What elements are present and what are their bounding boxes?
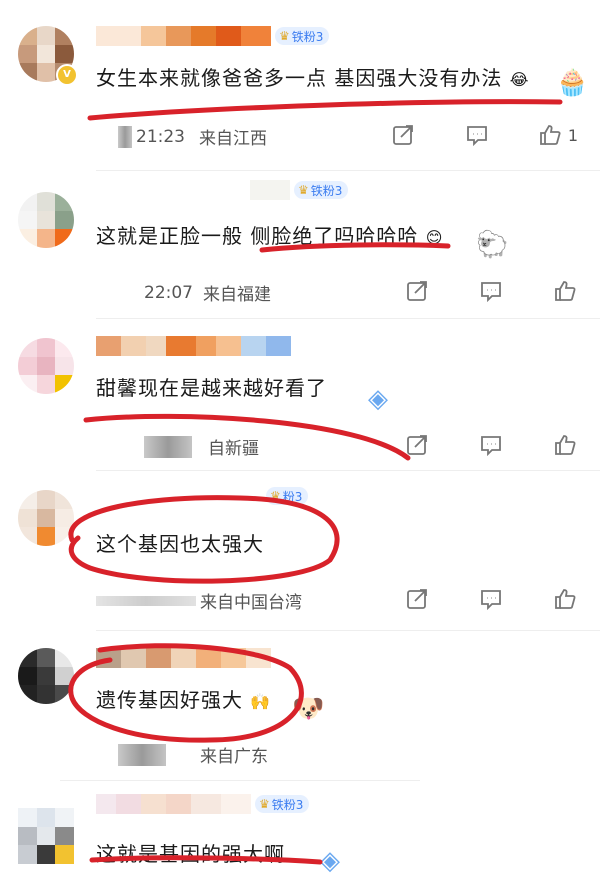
comment-location: 来自福建 <box>203 285 271 305</box>
reply-button[interactable] <box>474 584 508 614</box>
comment-meta: 21:23 来自江西 <box>118 124 267 149</box>
comment-location: 自新疆 <box>208 439 259 459</box>
comment-text: 这就是正脸一般 侧脸绝了吗哈哈哈 😊 <box>96 220 443 249</box>
comment-text: 遗传基因好强大 🙌 <box>96 684 271 713</box>
like-icon <box>555 589 576 609</box>
repost-icon <box>407 281 427 301</box>
comment-1: V ♛ 铁粉3 女生本来就像爸爸多一点 基因强大没有办法 😂 🧁 21:23 来自… <box>0 0 600 170</box>
like-button[interactable] <box>548 430 582 460</box>
fan-badge: ♛ 铁粉3 <box>255 795 310 813</box>
repost-button[interactable] <box>400 430 434 460</box>
cheer-emoji-icon: 🙌 <box>250 692 272 711</box>
comment-text-content: 这就是正脸一般 侧脸绝了吗哈哈哈 <box>96 224 419 248</box>
diamond-sticker-icon: ◈ <box>320 846 340 876</box>
lamb-sticker-icon: 🐑 <box>476 230 509 260</box>
username-blurred[interactable]: ♛ 铁粉3 <box>250 180 349 200</box>
crown-icon: ♛ <box>298 183 309 197</box>
reply-button[interactable] <box>474 276 508 306</box>
cake-sticker-icon: 🧁 <box>556 68 589 98</box>
comment-actions: 1 <box>386 120 582 150</box>
avatar[interactable] <box>18 808 74 864</box>
fan-level: 铁粉3 <box>271 797 304 812</box>
avatar[interactable] <box>18 338 74 394</box>
comment-actions <box>400 584 582 614</box>
username-blurred[interactable]: ♛ 铁粉3 <box>96 26 330 46</box>
puppy-sticker-icon: 🐶 <box>292 694 325 724</box>
comment-text: 这就是基因的强大啊 <box>96 838 285 867</box>
comment-4: ♛ 粉3 这个基因也太强大 来自中国台湾 <box>0 470 600 630</box>
comment-location: 来自江西 <box>199 129 267 149</box>
comment-6: ♛ 铁粉3 这就是基因的强大啊 ◈ <box>0 780 600 882</box>
fan-level: 铁粉3 <box>310 183 343 198</box>
comment-text: 这个基因也太强大 <box>96 528 264 557</box>
comment-time: 22:07 <box>144 282 193 303</box>
comment-text-content: 遗传基因好强大 <box>96 688 243 712</box>
comment-location: 来自广东 <box>200 747 268 767</box>
repost-icon <box>407 435 427 455</box>
comment-5: 遗传基因好强大 🙌 🐶 来自广东 <box>0 630 600 780</box>
reply-button[interactable] <box>460 120 494 150</box>
laughing-emoji-icon: 😂 <box>509 70 530 89</box>
avatar[interactable] <box>18 490 74 546</box>
comment-3: 甜馨现在是越来越好看了 ◈ 自新疆 <box>0 318 600 470</box>
crown-icon: ♛ <box>270 489 281 503</box>
comment-text-content: 这就是基因的强大啊 <box>96 842 285 866</box>
comment-text: 甜馨现在是越来越好看了 <box>96 372 327 401</box>
comment-icon <box>481 590 501 611</box>
avatar[interactable] <box>18 192 74 248</box>
like-button[interactable] <box>548 584 582 614</box>
blurred-date <box>118 743 166 766</box>
verified-badge-icon: V <box>56 64 78 86</box>
reply-button[interactable] <box>474 430 508 460</box>
repost-button[interactable] <box>386 120 420 150</box>
comment-icon <box>467 126 487 147</box>
comment-icon <box>481 436 501 457</box>
comment-text-content: 甜馨现在是越来越好看了 <box>96 376 327 400</box>
blurred-date <box>118 125 132 148</box>
avatar[interactable] <box>18 648 74 704</box>
comment-meta: 自新疆 <box>144 434 259 459</box>
comment-meta: 来自广东 <box>118 742 268 767</box>
blurred-date <box>144 435 192 458</box>
fan-badge: ♛ 粉3 <box>266 487 309 505</box>
fan-badge: ♛ 铁粉3 <box>294 181 349 199</box>
username-blurred[interactable]: ♛ 铁粉3 <box>96 794 310 814</box>
like-icon <box>555 281 576 301</box>
comment-text-content: 这个基因也太强大 <box>96 532 264 556</box>
repost-icon <box>393 125 413 145</box>
repost-button[interactable] <box>400 584 434 614</box>
fan-level: 粉3 <box>282 489 303 504</box>
like-icon <box>540 125 561 145</box>
username-blurred[interactable]: ♛ 粉3 <box>262 486 309 506</box>
like-button[interactable] <box>548 276 582 306</box>
like-count: 1 <box>567 125 579 145</box>
repost-icon <box>407 589 427 609</box>
comment-2: ♛ 铁粉3 这就是正脸一般 侧脸绝了吗哈哈哈 😊 🐑 22:07 来自福建 <box>0 170 600 318</box>
smile-emoji-icon: 😊 <box>425 228 444 247</box>
username-blurred[interactable] <box>96 648 271 668</box>
diamond-sticker-icon: ◈ <box>368 384 388 414</box>
comment-meta: 22:07 来自福建 <box>144 280 271 306</box>
comment-actions <box>400 276 582 306</box>
comment-location: 来自中国台湾 <box>200 593 302 613</box>
comment-actions <box>400 430 582 460</box>
blurred-date <box>96 595 196 606</box>
fan-badge: ♛ 铁粉3 <box>275 27 330 45</box>
comment-time: 21:23 <box>136 126 185 147</box>
fan-level: 铁粉3 <box>291 29 324 44</box>
crown-icon: ♛ <box>259 797 270 811</box>
comment-meta: 来自中国台湾 <box>96 588 302 613</box>
like-icon <box>555 435 576 455</box>
repost-button[interactable] <box>400 276 434 306</box>
comment-text-content: 女生本来就像爸爸多一点 基因强大没有办法 <box>96 66 503 90</box>
comment-text: 女生本来就像爸爸多一点 基因强大没有办法 😂 <box>96 62 529 91</box>
like-button[interactable]: 1 <box>534 120 582 150</box>
crown-icon: ♛ <box>279 29 290 43</box>
username-blurred[interactable] <box>96 336 291 356</box>
comment-icon <box>481 282 501 303</box>
